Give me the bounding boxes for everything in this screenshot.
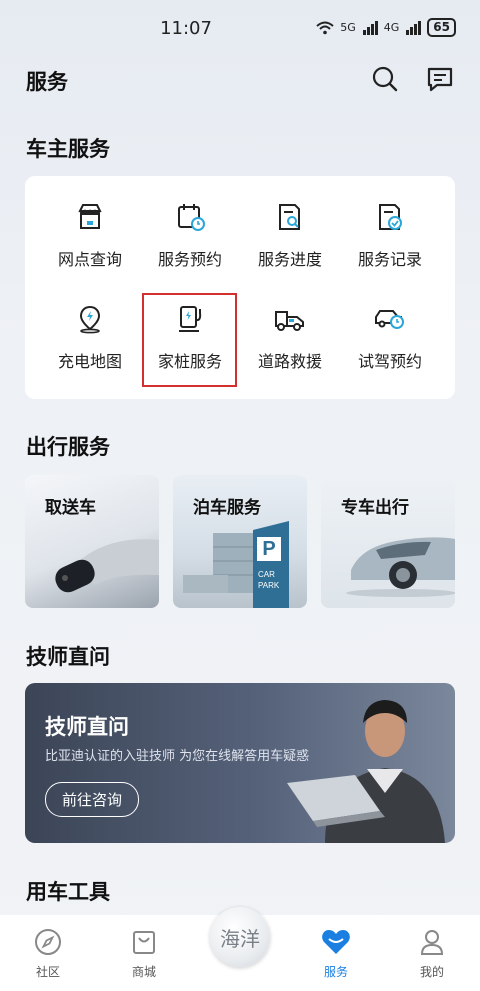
tab-profile[interactable]: 我的 [392,927,472,980]
heart-icon [322,930,350,954]
document-check-icon [379,204,402,230]
bottom-tab-bar: 社区 商城 海洋 海洋 服务 我的 [0,907,480,991]
tab-community[interactable]: 社区 [8,927,88,980]
owner-services-card: 网点查询 服务预约 服务进度 服务记录 充电地图 家桩服务 道路救援 试驾预约 [25,176,455,399]
message-icon[interactable] [425,64,455,94]
service-label: 服务预约 [157,250,222,269]
service-booking[interactable]: 服务预约 [140,202,240,302]
service-store-locator[interactable]: 网点查询 [40,202,140,302]
banner-title: 技师直问 [45,715,129,739]
user-icon [420,930,444,955]
highlight-box [142,293,237,387]
network-4g-label: 4G [383,21,400,34]
tools-title: 用车工具 [26,880,110,904]
tab-label: 我的 [419,965,444,979]
search-icon[interactable] [370,64,400,94]
parking-garage-image [183,521,289,608]
wifi-icon [316,21,334,34]
service-roadside-assistance[interactable]: 道路救援 [240,304,340,404]
store-icon [78,204,102,229]
tab-label: 服务 [323,965,348,979]
signal-icon [362,20,378,35]
service-label: 服务记录 [357,250,422,269]
technician-title: 技师直问 [26,645,110,669]
document-search-icon [279,204,300,230]
page-header: 服务 [0,62,480,102]
calendar-clock-icon [178,204,205,231]
service-progress[interactable]: 服务进度 [240,202,340,302]
travel-services-title: 出行服务 [26,435,110,459]
tow-truck-icon [275,311,304,331]
travel-card-pickup[interactable]: 取送车 [25,475,159,608]
parking-sign-text-2: PARK [258,581,280,590]
car-image [346,537,455,597]
service-test-drive[interactable]: 试驾预约 [340,304,440,404]
parking-sign-p: P [257,537,281,561]
travel-card-chauffeur[interactable]: 专车出行 [321,475,455,608]
ocean-logo-icon: 海洋 [210,907,270,967]
signal-icon-2 [406,20,422,35]
consult-button[interactable]: 前往咨询 [45,782,140,817]
banner-subtitle: 比亚迪认证的入驻技师 为您在线解答用车疑惑 [45,749,310,764]
charging-map-pin-icon [79,305,101,334]
service-label: 充电地图 [57,352,122,371]
owner-services-title: 车主服务 [26,137,110,161]
service-label: 服务进度 [257,250,322,269]
service-label: 道路救援 [257,352,322,371]
service-records[interactable]: 服务记录 [340,202,440,302]
travel-card-parking[interactable]: 泊车服务 P CAR PARK [173,475,307,608]
tab-label: 商城 [131,965,156,979]
car-key-image [55,539,159,593]
tab-services[interactable]: 服务 [296,927,376,980]
status-bar: 11:07 5G 4G 65 [0,0,480,56]
network-5g-label: 5G [340,21,356,34]
compass-icon [35,929,61,955]
tab-ocean[interactable]: 海洋 海洋 [200,907,280,967]
car-clock-icon [375,310,404,329]
ocean-logo-text: 海洋 [220,926,260,951]
shopping-bag-icon [133,931,155,954]
page-title: 服务 [26,70,68,94]
technician-banner[interactable]: 技师直问 比亚迪认证的入驻技师 为您在线解答用车疑惑 前往咨询 [25,683,455,843]
service-label: 试驾预约 [357,352,422,371]
tab-label: 社区 [35,965,60,979]
tab-mall[interactable]: 商城 [104,927,184,980]
battery-indicator: 65 [427,18,456,37]
service-charging-map[interactable]: 充电地图 [40,304,140,404]
parking-sign-text-1: CAR [258,570,275,579]
status-icons: 5G 4G 65 [316,18,456,37]
service-label: 网点查询 [57,250,122,269]
